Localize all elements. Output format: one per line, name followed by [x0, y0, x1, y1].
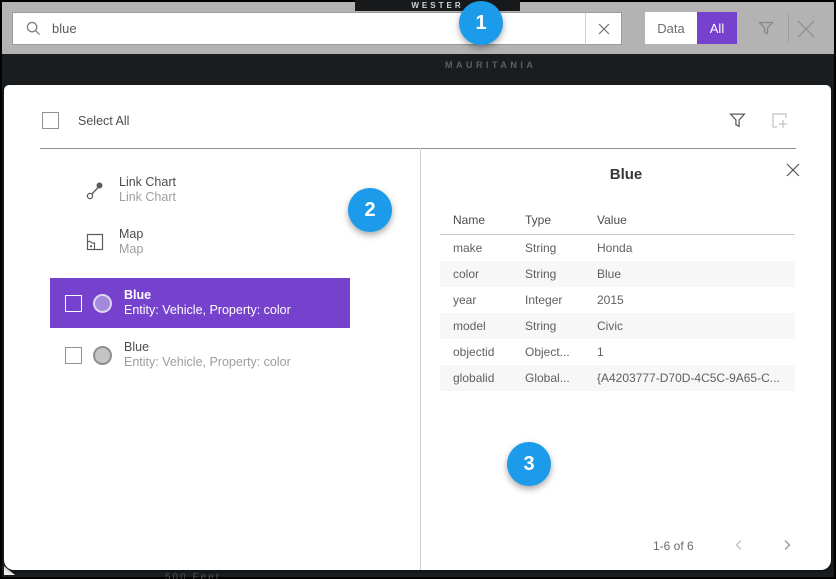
table-row: year Integer 2015: [440, 287, 795, 313]
detail-title: Blue: [421, 166, 831, 183]
previous-page-icon[interactable]: [731, 537, 747, 553]
detail-pane: Blue Name Type Value make String Honda c…: [421, 148, 831, 570]
entity-dot-icon: [93, 294, 112, 313]
add-to-map-icon[interactable]: [770, 111, 790, 131]
search-overlay-screenshot: MAURITANIA 500 Feet WESTER Data All: [0, 0, 836, 579]
map-icon: [86, 233, 106, 251]
result-checkbox[interactable]: [65, 295, 82, 312]
pagination: 1-6 of 6: [421, 536, 831, 556]
entity-dot-icon: [93, 346, 112, 365]
result-subtitle: Entity: Vehicle, Property: color: [124, 355, 291, 370]
result-title: Map: [119, 227, 143, 242]
scope-all-button[interactable]: All: [697, 12, 737, 44]
clear-icon: [598, 23, 610, 35]
table-row: objectid Object... 1: [440, 339, 795, 365]
result-title: Blue: [124, 288, 291, 303]
callout-badge-3: 3: [507, 442, 551, 486]
result-item-blue[interactable]: Blue Entity: Vehicle, Property: color: [50, 332, 350, 378]
select-all-label: Select All: [78, 114, 129, 128]
map-label-mauritania: MAURITANIA: [445, 60, 536, 70]
callout-badge-1: 1: [459, 1, 503, 45]
result-subtitle: Link Chart: [119, 190, 176, 205]
next-page-icon[interactable]: [779, 537, 795, 553]
search-results-panel: Select All Link Chart: [4, 85, 831, 570]
table-row: make String Honda: [440, 235, 795, 261]
link-chart-icon: [86, 181, 106, 200]
result-title: Link Chart: [119, 175, 176, 190]
attribute-table-header: Name Type Value: [440, 205, 795, 235]
scope-toggle: Data All: [645, 12, 737, 44]
results-list: Link Chart Link Chart Map Map: [4, 148, 420, 378]
result-item-blue-selected[interactable]: Blue Entity: Vehicle, Property: color: [50, 278, 350, 328]
select-all-checkbox[interactable]: [42, 112, 59, 129]
column-header-type: Type: [512, 213, 584, 227]
clear-search-button[interactable]: [585, 12, 622, 45]
select-all-row: Select All: [42, 112, 129, 129]
table-row: color String Blue: [440, 261, 795, 287]
results-filter-icon[interactable]: [728, 111, 747, 130]
pagination-label: 1-6 of 6: [653, 539, 694, 553]
map-scale-label: 500 Feet: [165, 572, 220, 579]
table-row: globalid Global... {A4203777-D70D-4C5C-9…: [440, 365, 795, 391]
search-icon: [26, 21, 41, 36]
close-search-icon[interactable]: [795, 18, 817, 40]
table-row: model String Civic: [440, 313, 795, 339]
toolbar-divider: [788, 14, 789, 43]
result-subtitle: Map: [119, 242, 143, 257]
callout-badge-2: 2: [348, 188, 392, 232]
attribute-table: Name Type Value make String Honda color …: [440, 205, 795, 391]
column-header-name: Name: [440, 213, 512, 227]
result-checkbox[interactable]: [65, 347, 82, 364]
detail-close-icon[interactable]: [785, 162, 801, 178]
result-item-map[interactable]: Map Map: [4, 226, 420, 258]
result-subtitle: Entity: Vehicle, Property: color: [124, 303, 291, 318]
filter-icon[interactable]: [757, 19, 775, 37]
result-title: Blue: [124, 340, 291, 355]
scope-data-button[interactable]: Data: [645, 12, 697, 44]
column-header-value: Value: [584, 213, 795, 227]
